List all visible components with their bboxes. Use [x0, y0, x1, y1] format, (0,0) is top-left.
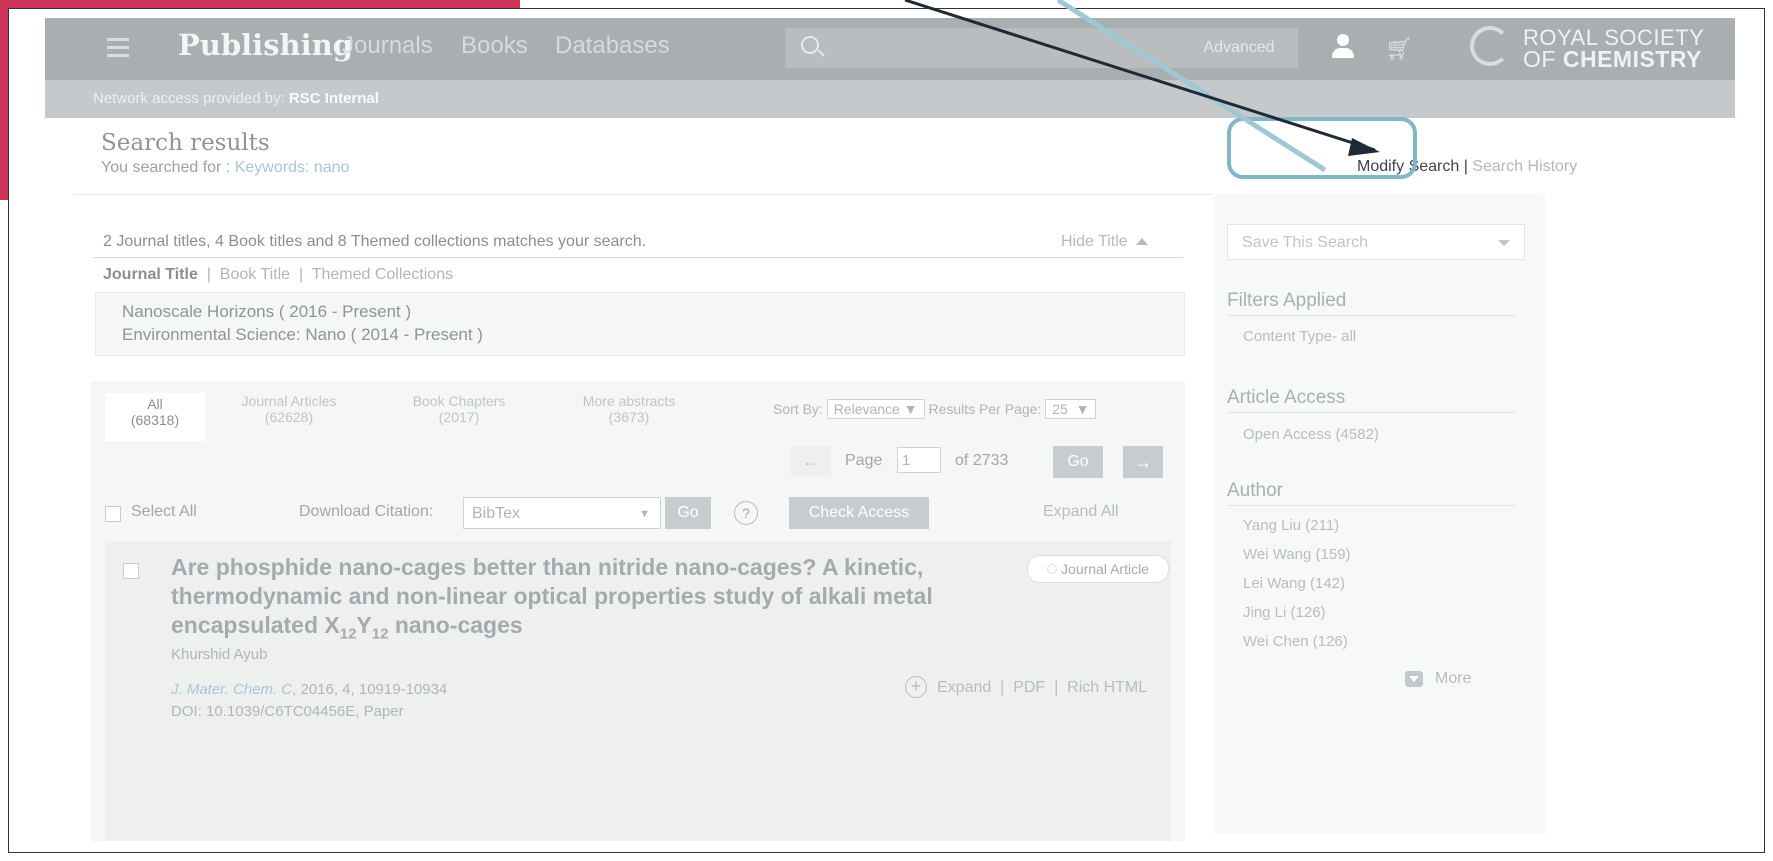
- sort-select[interactable]: Relevance ▼: [826, 399, 925, 419]
- nav-databases[interactable]: Databases: [555, 32, 670, 60]
- citation-go-button[interactable]: Go: [665, 497, 711, 529]
- plus-circle-icon: +: [905, 676, 927, 698]
- slide-decoration-top: [0, 0, 520, 8]
- rsc-logo-icon: [1470, 26, 1510, 66]
- tab-themed-collections[interactable]: Themed Collections: [312, 266, 453, 283]
- chevron-down-icon: [1405, 670, 1423, 687]
- save-search-select[interactable]: Save This Search: [1227, 224, 1525, 260]
- article-title-link[interactable]: Are phosphide nano-cages better than nit…: [171, 553, 991, 649]
- total-pages: of 2733: [955, 452, 1009, 469]
- results-panel: All (68318) Journal Articles (62628) Book …: [91, 381, 1185, 841]
- sort-controls: Sort By: Relevance ▼ Results Per Page: 2…: [773, 399, 1097, 419]
- network-access-bar: Network access provided by: RSC Internal: [45, 80, 1735, 118]
- nav-journals[interactable]: Journals: [342, 32, 433, 60]
- divider: [1227, 505, 1515, 506]
- badge-dot-icon: [1047, 564, 1058, 574]
- tab-book-chapters[interactable]: Book Chapters (2017): [389, 393, 529, 425]
- filter-sidebar: Save This Search Filters Applied Content…: [1215, 194, 1545, 834]
- author-filter[interactable]: Lei Wang (142): [1243, 575, 1345, 592]
- open-access-filter[interactable]: Open Access (4582): [1243, 426, 1379, 443]
- expand-all-link[interactable]: Expand All: [1043, 503, 1119, 521]
- match-summary: 2 Journal titles, 4 Book titles and 8 Th…: [103, 233, 647, 250]
- search-input[interactable]: [785, 28, 1195, 68]
- article-doi: DOI: 10.1039/C6TC04456E, Paper: [171, 703, 404, 720]
- advanced-search-button[interactable]: Advanced: [1180, 28, 1298, 68]
- journal-title-link[interactable]: Nanoscale Horizons ( 2016 - Present ): [96, 302, 1184, 322]
- next-page-button[interactable]: →: [1123, 446, 1163, 478]
- searched-keywords[interactable]: Keywords: nano: [235, 159, 350, 176]
- searched-for: You searched for : Keywords: nano: [101, 159, 350, 176]
- divider: [93, 257, 1183, 258]
- help-icon[interactable]: ?: [734, 501, 758, 525]
- hide-title-toggle[interactable]: Hide Title: [1061, 233, 1148, 251]
- cart-icon[interactable]: 🛒︎: [1385, 36, 1413, 62]
- divider: [1227, 412, 1515, 413]
- select-all-checkbox[interactable]: [105, 506, 121, 522]
- matched-titles: Nanoscale Horizons ( 2016 - Present ) En…: [95, 292, 1185, 356]
- title-type-tabs: Journal Title | Book Title | Themed Coll…: [103, 266, 454, 283]
- top-navbar: Publishing Journals Books Databases Adva…: [45, 18, 1735, 80]
- divider: [1227, 315, 1515, 316]
- tab-journal-articles[interactable]: Journal Articles (62628): [219, 393, 359, 425]
- article-type-badge: Journal Article: [1027, 555, 1169, 583]
- article-author[interactable]: Khurshid Ayub: [171, 646, 267, 663]
- page-go-button[interactable]: Go: [1053, 446, 1103, 478]
- main-content: 2 Journal titles, 4 Book titles and 8 Th…: [73, 194, 1213, 841]
- per-page-select[interactable]: 25 ▼: [1045, 399, 1097, 419]
- screenshot: Publishing Journals Books Databases Adva…: [45, 18, 1735, 841]
- download-citation-label: Download Citation:: [299, 503, 434, 520]
- article-actions: + Expand | PDF | Rich HTML: [905, 676, 1147, 698]
- caret-up-icon: [1135, 238, 1148, 246]
- journal-link[interactable]: J. Mater. Chem. C: [171, 681, 292, 698]
- tab-all[interactable]: All (68318): [105, 393, 205, 441]
- author-filter[interactable]: Wei Chen (126): [1243, 633, 1348, 650]
- tab-more-abstracts[interactable]: More abstracts (3673): [559, 393, 699, 425]
- brand-title[interactable]: Publishing: [178, 28, 353, 62]
- menu-icon[interactable]: [107, 38, 129, 57]
- search-history-link[interactable]: Search History: [1472, 158, 1577, 175]
- author-heading: Author: [1227, 480, 1283, 501]
- citation-format-select[interactable]: BibTex ▼: [463, 497, 661, 529]
- search-icon: [801, 36, 819, 54]
- dropdown-caret-icon: [1498, 240, 1510, 246]
- page-number-input[interactable]: 1: [897, 447, 941, 473]
- check-access-button[interactable]: Check Access: [789, 497, 929, 529]
- highlight-annotation: [1227, 117, 1417, 179]
- select-all-label: Select All: [131, 503, 197, 520]
- article-citation: J. Mater. Chem. C, 2016, 4, 10919-10934 …: [171, 679, 447, 723]
- author-filter[interactable]: Yang Liu (211): [1243, 517, 1339, 534]
- result-item: Are phosphide nano-cages better than nit…: [105, 541, 1171, 841]
- user-icon[interactable]: [1330, 34, 1356, 60]
- tab-journal-title[interactable]: Journal Title: [103, 266, 198, 283]
- author-filter[interactable]: Wei Wang (159): [1243, 546, 1351, 563]
- expand-link[interactable]: Expand: [937, 679, 991, 696]
- nav-books[interactable]: Books: [461, 32, 528, 60]
- journal-title-link[interactable]: Environmental Science: Nano ( 2014 - Pre…: [96, 325, 1184, 345]
- article-access-heading: Article Access: [1227, 387, 1346, 408]
- filters-applied-heading: Filters Applied: [1227, 290, 1347, 311]
- result-checkbox[interactable]: [123, 563, 139, 579]
- logo-line2: OF CHEMISTRY: [1523, 46, 1702, 72]
- pdf-link[interactable]: PDF: [1013, 679, 1045, 696]
- filter-item: Content Type- all: [1243, 328, 1357, 345]
- rich-html-link[interactable]: Rich HTML: [1067, 679, 1147, 696]
- page-title: Search results: [101, 130, 270, 156]
- tab-book-title[interactable]: Book Title: [220, 266, 290, 283]
- page-label: Page: [845, 452, 883, 469]
- more-authors-button[interactable]: More: [1405, 670, 1471, 688]
- author-filter[interactable]: Jing Li (126): [1243, 604, 1326, 621]
- prev-page-button[interactable]: ←: [791, 446, 831, 476]
